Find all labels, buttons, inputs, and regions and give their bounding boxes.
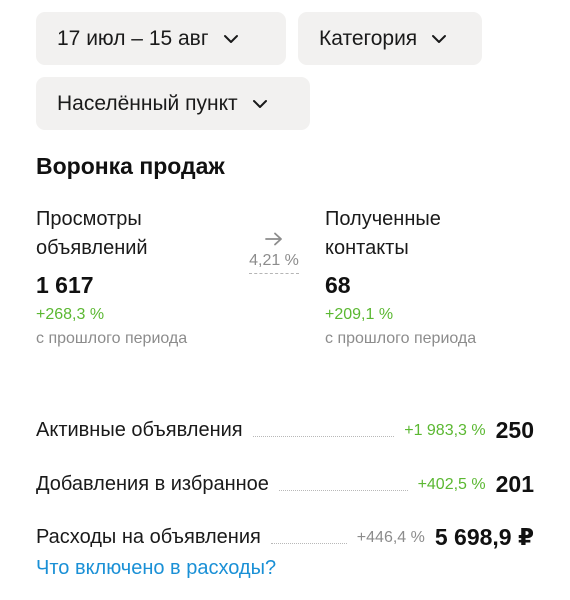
category-filter[interactable]: Категория (298, 12, 482, 65)
active-listings-delta: +1 983,3 % (404, 422, 486, 439)
views-value: 1 617 (36, 272, 94, 298)
active-listings-label: Активные объявления (36, 419, 243, 441)
favorites-delta: +402,5 % (417, 476, 486, 493)
date-range-label: 17 июл – 15 авг (57, 26, 209, 50)
conversion-rate[interactable]: 4,21 % (245, 232, 303, 274)
active-listings-value: 250 (495, 417, 534, 443)
contacts-label: Полученные контакты (325, 208, 441, 259)
arrow-right-icon (265, 232, 282, 246)
costs-info-link[interactable]: Что включено в расходы? (36, 557, 276, 580)
costs-label: Расходы на объявления (36, 526, 261, 548)
favorites-label: Добавления в избранное (36, 473, 269, 495)
contacts-delta: +209,1 % (325, 306, 394, 323)
dotted-leader (252, 436, 395, 437)
views-label: Просмотры объявлений (36, 208, 148, 259)
costs-delta: +446,4 % (356, 529, 425, 546)
stat-row-favorites: Добавления в избранное +402,5 % 201 (36, 469, 534, 497)
contacts-metric: Полученные контакты 68 +209,1 % с прошло… (325, 205, 555, 348)
funnel-title: Воронка продаж (36, 153, 225, 179)
stat-row-costs: Расходы на объявления +446,4 % 5 698,9 ₽ (36, 522, 534, 550)
category-label: Категория (319, 26, 418, 50)
chevron-down-icon (223, 34, 238, 43)
dotted-leader (270, 543, 347, 544)
location-filter[interactable]: Населённый пункт (36, 77, 310, 130)
views-delta: +268,3 % (36, 306, 105, 323)
location-label: Населённый пункт (57, 91, 238, 115)
stat-row-active-listings: Активные объявления +1 983,3 % 250 (36, 415, 534, 443)
chevron-down-icon (432, 34, 447, 43)
favorites-value: 201 (495, 471, 534, 497)
views-metric: Просмотры объявлений 1 617 +268,3 % с пр… (36, 205, 266, 348)
dotted-leader (278, 490, 408, 491)
date-range-filter[interactable]: 17 июл – 15 авг (36, 12, 286, 65)
chevron-down-icon (252, 99, 267, 108)
costs-value: 5 698,9 ₽ (434, 524, 534, 550)
contacts-value: 68 (325, 272, 351, 298)
contacts-period: с прошлого периода (325, 330, 477, 347)
views-period: с прошлого периода (36, 330, 188, 347)
conversion-percent: 4,21 % (249, 252, 299, 274)
